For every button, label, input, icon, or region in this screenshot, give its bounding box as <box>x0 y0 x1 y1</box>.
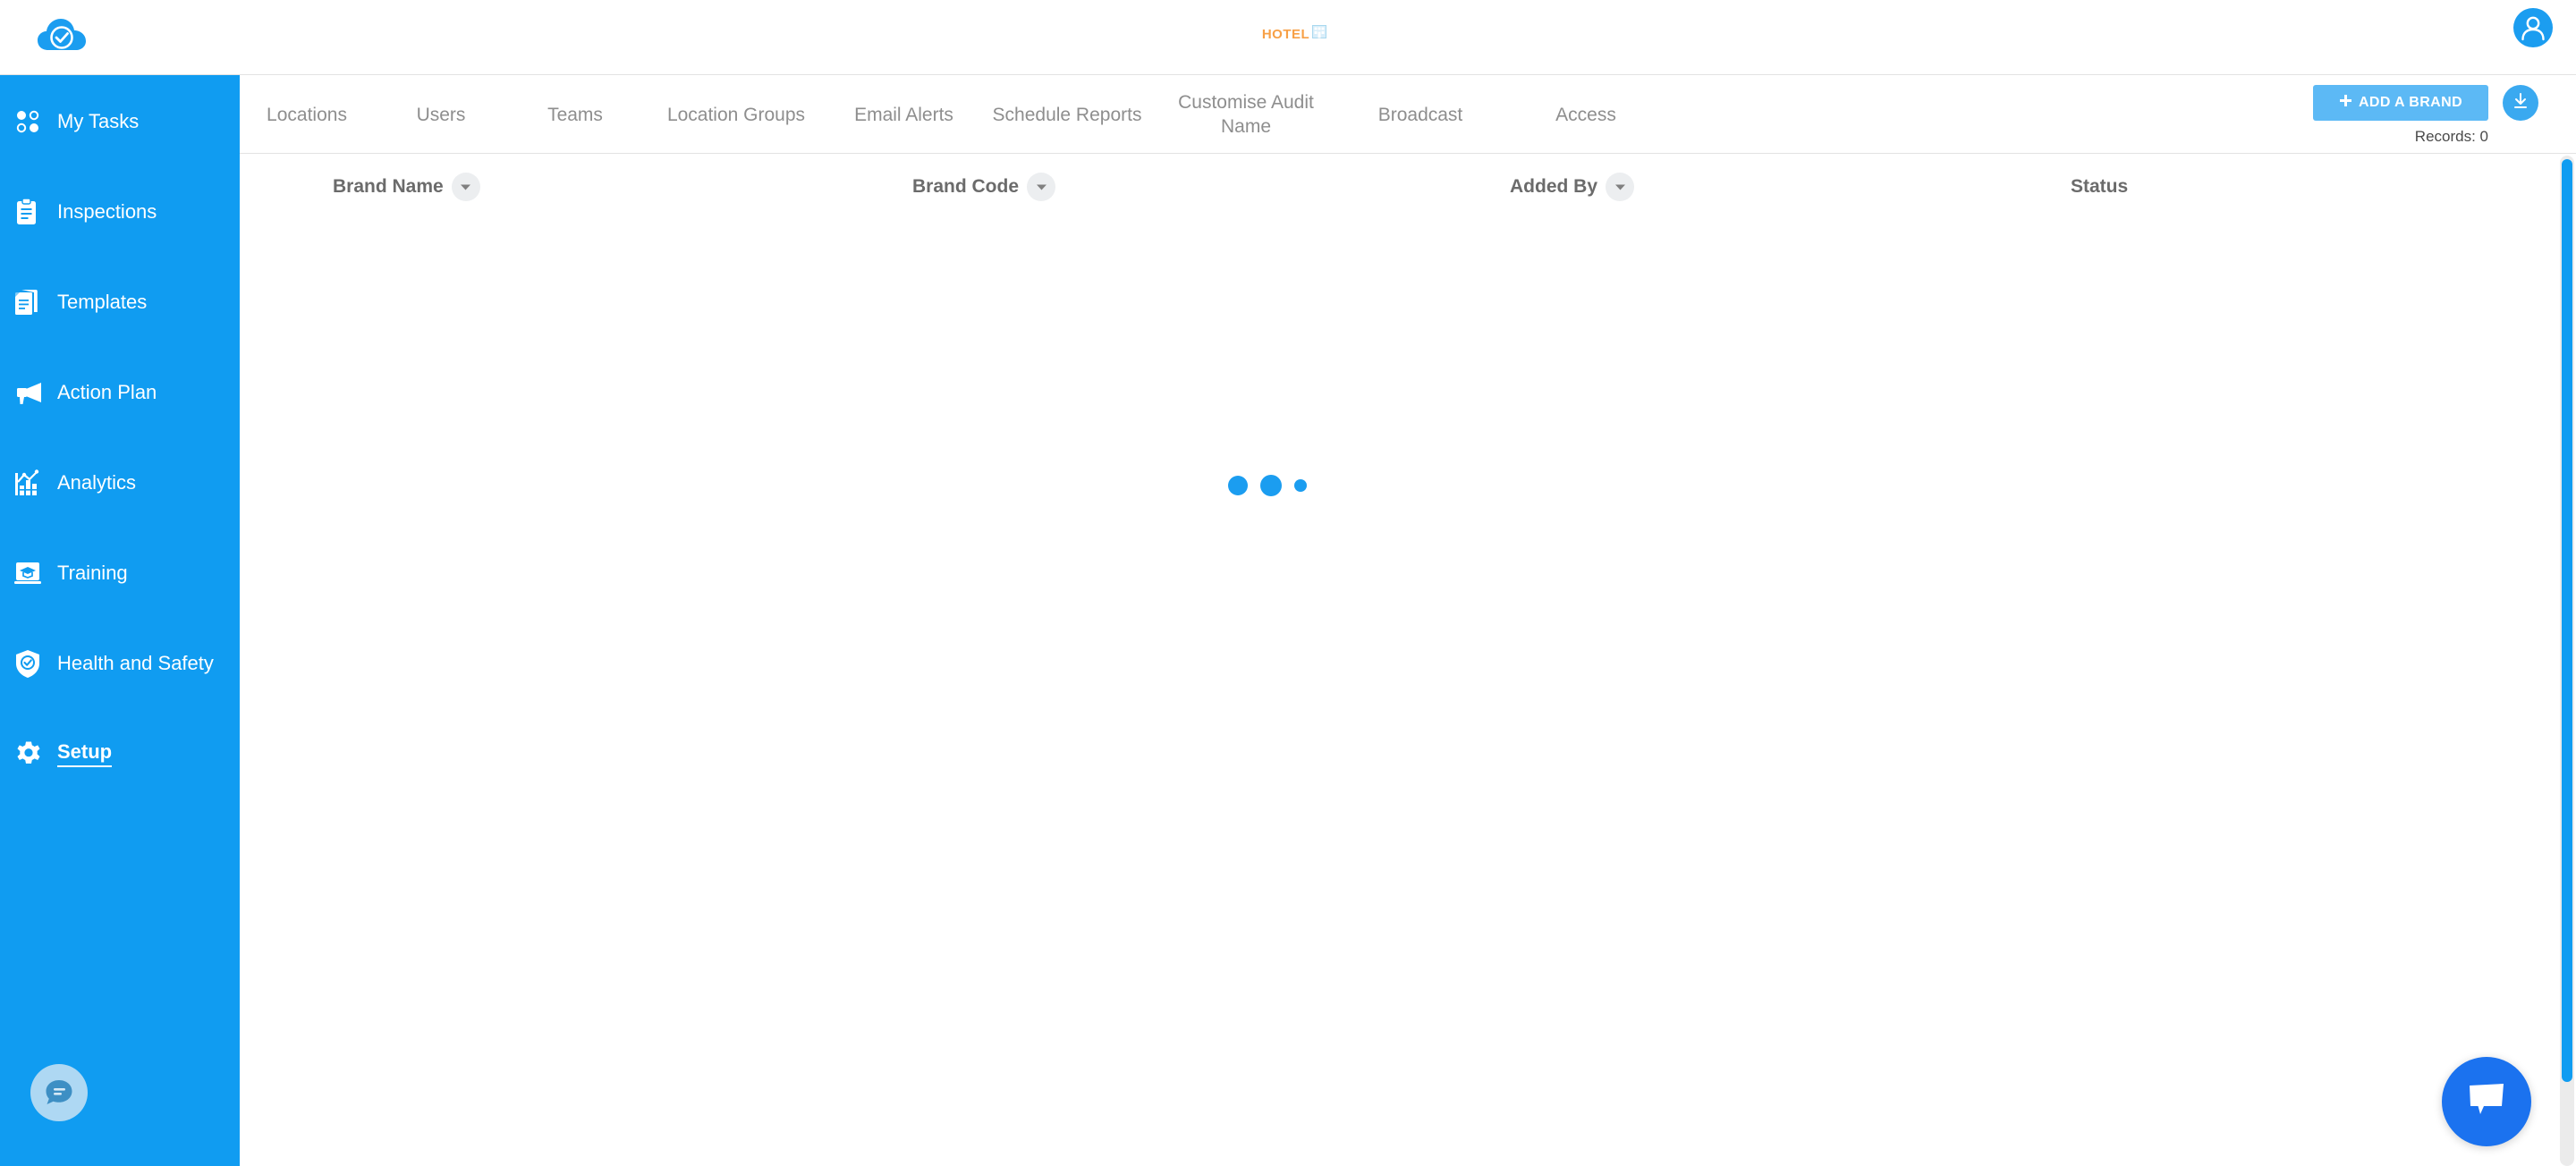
column-header-label: Added By <box>1510 176 1598 197</box>
sidebar-item-training[interactable]: Training <box>0 548 240 598</box>
tab-list: Locations Users Teams Location Groups Em… <box>240 75 1666 154</box>
sidebar-item-label: Setup <box>57 740 113 767</box>
loading-dot <box>1228 476 1248 495</box>
column-header-status: Status <box>2071 155 2128 219</box>
bar-chart-icon <box>14 465 54 501</box>
column-header-brand-name: Brand Name <box>333 155 480 219</box>
chevron-down-icon[interactable] <box>1027 173 1056 201</box>
column-header-label: Brand Name <box>333 176 444 197</box>
chevron-down-icon[interactable] <box>451 173 480 201</box>
documents-icon <box>14 284 54 320</box>
column-header-added-by: Added By <box>1510 155 1635 219</box>
sidebar-item-action-plan[interactable]: Action Plan <box>0 368 240 418</box>
loading-dot <box>1294 479 1307 492</box>
graduation-laptop-icon <box>14 555 54 591</box>
sidebar-item-analytics[interactable]: Analytics <box>0 458 240 508</box>
sidebar-item-label: Templates <box>57 291 148 313</box>
tab-customise-audit-name[interactable]: Customise Audit Name <box>1157 90 1335 139</box>
plus-icon <box>2339 94 2352 112</box>
tab-location-groups[interactable]: Location Groups <box>642 103 830 127</box>
user-avatar-icon[interactable] <box>2513 8 2553 47</box>
chat-widget-button[interactable] <box>2442 1057 2531 1146</box>
tab-users[interactable]: Users <box>374 103 508 127</box>
column-header-label: Status <box>2071 176 2129 197</box>
sidebar-item-label: Action Plan <box>57 381 157 403</box>
hotel-building-icon <box>1312 25 1327 43</box>
tab-locations[interactable]: Locations <box>240 103 374 127</box>
app-root: HOTEL My Tasks Inspections Templates Act… <box>0 0 2576 1166</box>
tab-email-alerts[interactable]: Email Alerts <box>830 103 978 127</box>
four-dots-icon <box>14 104 54 139</box>
clipboard-icon <box>14 194 54 230</box>
sidebar-item-templates[interactable]: Templates <box>0 277 240 327</box>
top-bar: HOTEL <box>0 0 2576 75</box>
records-count: Records: 0 <box>2414 128 2488 145</box>
sidebar-item-label: My Tasks <box>57 110 140 132</box>
add-brand-button-label: ADD A BRAND <box>2358 95 2463 110</box>
brands-table-body <box>240 219 2576 1166</box>
speech-bubble-icon <box>2465 1080 2508 1124</box>
tab-teams[interactable]: Teams <box>508 103 642 127</box>
hotel-logo-row: HOTEL <box>1261 25 1327 43</box>
sidebar-item-health-and-safety[interactable]: Health and Safety <box>0 638 240 689</box>
three-dots-loading <box>1228 469 1326 502</box>
loading-dot <box>1260 475 1282 496</box>
sidebar-item-my-tasks[interactable]: My Tasks <box>0 97 240 147</box>
sidebar-item-label: Analytics <box>57 471 137 494</box>
sidebar-item-inspections[interactable]: Inspections <box>0 187 240 237</box>
hotel-logo: HOTEL <box>1245 4 1343 43</box>
scrollbar-thumb[interactable] <box>2562 159 2572 1082</box>
gear-icon <box>14 736 54 772</box>
chat-bubble-lines-icon[interactable] <box>30 1064 88 1121</box>
settings-tab-bar: Locations Users Teams Location Groups Em… <box>240 75 2576 154</box>
download-icon <box>2511 91 2530 115</box>
megaphone-icon <box>14 375 54 410</box>
cloud-check-logo[interactable] <box>36 13 88 63</box>
tab-access[interactable]: Access <box>1505 103 1666 127</box>
brands-table-header: Brand Name Brand Code Added By Status <box>240 155 2576 219</box>
sidebar-item-label: Training <box>57 562 128 584</box>
tab-broadcast[interactable]: Broadcast <box>1335 103 1505 127</box>
hotel-logo-word: HOTEL <box>1261 26 1310 42</box>
chevron-down-icon[interactable] <box>1606 173 1635 201</box>
add-brand-button[interactable]: ADD A BRAND <box>2313 85 2488 121</box>
column-header-label: Brand Code <box>912 176 1020 197</box>
download-button[interactable] <box>2503 85 2538 121</box>
sidebar-item-label: Health and Safety <box>57 652 214 674</box>
sidebar-item-label: Inspections <box>57 200 157 223</box>
shield-check-icon <box>14 646 54 681</box>
column-header-brand-code: Brand Code <box>912 155 1056 219</box>
sidebar-item-setup[interactable]: Setup <box>0 729 240 779</box>
tab-schedule-reports[interactable]: Schedule Reports <box>978 103 1157 127</box>
sidebar: My Tasks Inspections Templates Action Pl… <box>0 75 240 1166</box>
